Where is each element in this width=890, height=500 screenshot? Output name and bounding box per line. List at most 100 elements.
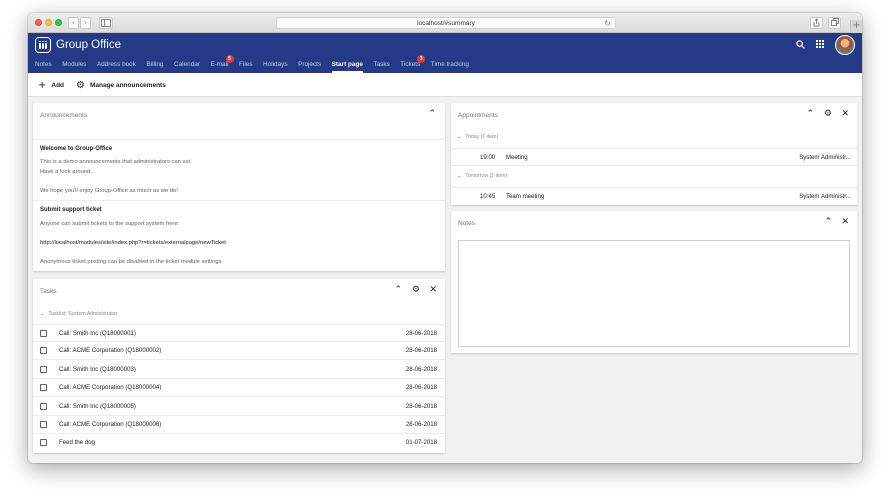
back-icon[interactable]: ‹ xyxy=(68,17,79,29)
nav-tab-start-page[interactable]: Start page xyxy=(331,59,363,73)
forward-icon[interactable]: › xyxy=(80,17,91,29)
browser-window: ‹ › localhost/#summary ↻ + Group Office xyxy=(28,13,862,463)
tasklist-group-label: Tasklist: System Administrator xyxy=(48,311,118,317)
share-icon[interactable] xyxy=(810,17,823,29)
nav-tab-address-book[interactable]: Address book xyxy=(97,59,136,73)
group-office-logo-icon[interactable] xyxy=(35,37,51,53)
nav-tab-holidays[interactable]: Holidays xyxy=(263,59,288,73)
tabs-overview-icon[interactable] xyxy=(828,17,841,29)
nav-tab-notes[interactable]: Notes xyxy=(35,59,52,73)
nav-tab-files[interactable]: Files xyxy=(239,59,253,73)
manage-announcements-button[interactable]: ⚙ Manage announcements xyxy=(76,73,166,97)
zoom-window-button[interactable] xyxy=(55,19,62,26)
task-row[interactable]: Call: ACME Corporation (Q18000006) 28-06-… xyxy=(33,416,445,434)
announcement-heading: Submit support ticket xyxy=(40,207,102,213)
appointment-group-label: Today (1 item) xyxy=(465,134,499,140)
url-text: localhost/#summary xyxy=(417,20,475,27)
tasklist-group-header[interactable]: ⌄ Tasklist: System Administrator xyxy=(40,311,117,317)
appointment-time: 10:45 xyxy=(480,193,496,200)
chevron-down-icon: ⌄ xyxy=(457,173,462,179)
main-navigation: Notes Modules Address book Billing Calendar E… xyxy=(28,55,479,73)
sidebar-toggle-icon[interactable] xyxy=(99,17,113,29)
appointment-row[interactable]: 10:45 Team meeting System Administr... xyxy=(451,187,857,205)
task-row[interactable]: Call: ACME Corporation (Q18000004) 28-06-… xyxy=(33,379,445,398)
tasks-title: Tasks xyxy=(40,288,57,295)
task-row[interactable]: Call: ACME Corporation (Q18000002) 28-06-… xyxy=(33,342,445,361)
unread-count-badge: 3 xyxy=(417,55,426,63)
nav-tab-modules[interactable]: Modules xyxy=(62,59,86,73)
divider xyxy=(33,139,445,140)
minimize-window-button[interactable] xyxy=(45,19,52,26)
nav-tab-billing[interactable]: Billing xyxy=(146,59,163,73)
task-checkbox[interactable] xyxy=(40,330,47,337)
nav-tab-label: Tickets xyxy=(400,61,421,68)
nav-tab-calendar[interactable]: Calendar xyxy=(174,59,200,73)
nav-tab-time-tracking[interactable]: Time tracking xyxy=(431,59,469,73)
close-icon[interactable]: ✕ xyxy=(841,217,849,227)
appointment-group-header[interactable]: ⌄ Tomorrow (1 item) xyxy=(457,173,507,179)
close-window-button[interactable] xyxy=(35,19,42,26)
close-icon[interactable]: ✕ xyxy=(841,109,849,119)
appointment-group-header[interactable]: ⌄ Today (1 item) xyxy=(457,134,498,140)
task-row[interactable]: Call: Smith Inc (Q18000005) 28-06-2018 xyxy=(33,398,445,416)
notes-title: Notes xyxy=(458,220,475,227)
nav-tab-e-mail[interactable]: E-mail 5 xyxy=(210,55,234,73)
search-icon[interactable] xyxy=(796,40,805,52)
appointments-title: Appointments xyxy=(458,112,498,119)
nav-tab-label: Projects xyxy=(298,61,322,68)
ticket-link[interactable]: http://localhost/modules/site/index.php?… xyxy=(40,240,226,246)
appointment-subject: Team meeting xyxy=(506,193,545,200)
new-tab-icon[interactable]: + xyxy=(850,20,862,33)
announcement-text: Anonymous ticket posting can be disabled… xyxy=(40,259,224,265)
user-avatar[interactable] xyxy=(835,35,855,55)
task-row[interactable]: Call: Smith Inc (Q18000001) 28-06-2018 xyxy=(33,324,445,342)
collapse-icon[interactable]: ⌃ xyxy=(428,109,436,119)
tasks-panel: Tasks ⌃ ⚙ ✕ ⌄ Tasklist: System Administra… xyxy=(33,279,445,453)
collapse-icon[interactable]: ⌃ xyxy=(394,285,402,295)
task-name: Call: Smith Inc (Q18000005) xyxy=(59,402,136,410)
task-row[interactable]: Call: Smith Inc (Q18000003) 28-06-2018 xyxy=(33,361,445,379)
address-bar[interactable]: localhost/#summary ↻ xyxy=(276,17,616,29)
nav-tab-label: Billing xyxy=(146,61,164,68)
appointment-group-label: Tomorrow (1 item) xyxy=(465,173,508,179)
nav-tab-label: E-mail xyxy=(210,61,229,68)
task-checkbox[interactable] xyxy=(40,421,47,428)
task-due-date: 28-06-2018 xyxy=(405,347,437,355)
gear-icon[interactable]: ⚙ xyxy=(412,285,420,295)
task-checkbox[interactable] xyxy=(40,439,47,447)
nav-tab-tickets[interactable]: Tickets 3 xyxy=(400,55,426,73)
appointment-time: 19:00 xyxy=(480,154,496,161)
apps-grid-icon[interactable] xyxy=(816,40,824,51)
close-icon[interactable]: ✕ xyxy=(429,285,437,295)
appointment-row[interactable]: 19:00 Meeting System Administr... xyxy=(451,148,857,166)
task-row[interactable]: Feed the dog 01-07-2018 xyxy=(33,434,445,452)
nav-tab-label: Holidays xyxy=(263,61,288,68)
announcements-title: Announcements xyxy=(40,112,87,119)
add-button[interactable]: + Add xyxy=(38,73,64,97)
nav-tab-label: Time tracking xyxy=(430,61,469,68)
task-checkbox[interactable] xyxy=(40,402,47,410)
manage-announcements-label: Manage announcements xyxy=(89,81,166,89)
announcement-heading: Welcome to Group-Office xyxy=(40,146,113,152)
task-name: Call: Smith Inc (Q18000003) xyxy=(59,365,136,373)
collapse-icon[interactable]: ⌃ xyxy=(806,109,814,119)
nav-tab-tasks[interactable]: Tasks xyxy=(373,59,389,73)
task-checkbox[interactable] xyxy=(40,365,47,373)
appointment-owner: System Administr... xyxy=(799,193,851,200)
task-due-date: 28-06-2018 xyxy=(405,384,437,392)
task-checkbox[interactable] xyxy=(40,347,47,355)
task-name: Call: Smith Inc (Q18000001) xyxy=(59,330,136,337)
task-checkbox[interactable] xyxy=(40,384,47,392)
notes-textarea[interactable] xyxy=(458,240,850,347)
app-title: Group Office xyxy=(56,39,121,51)
announcement-text: This is a demo announcements that admini… xyxy=(40,159,192,165)
appointments-panel: Appointments ⌃ ⚙ ✕ ⌄ Today (1 item) 19:00… xyxy=(451,103,857,205)
collapse-icon[interactable]: ⌃ xyxy=(824,217,832,227)
announcement-text: We hope you'll enjoy Group-Office as muc… xyxy=(40,188,178,194)
gear-icon: ⚙ xyxy=(76,79,85,91)
plus-icon: + xyxy=(38,79,47,91)
reload-icon[interactable]: ↻ xyxy=(604,18,611,29)
notes-panel: Notes ⌃ ✕ xyxy=(451,211,857,353)
gear-icon[interactable]: ⚙ xyxy=(824,109,832,119)
nav-tab-projects[interactable]: Projects xyxy=(298,59,321,73)
